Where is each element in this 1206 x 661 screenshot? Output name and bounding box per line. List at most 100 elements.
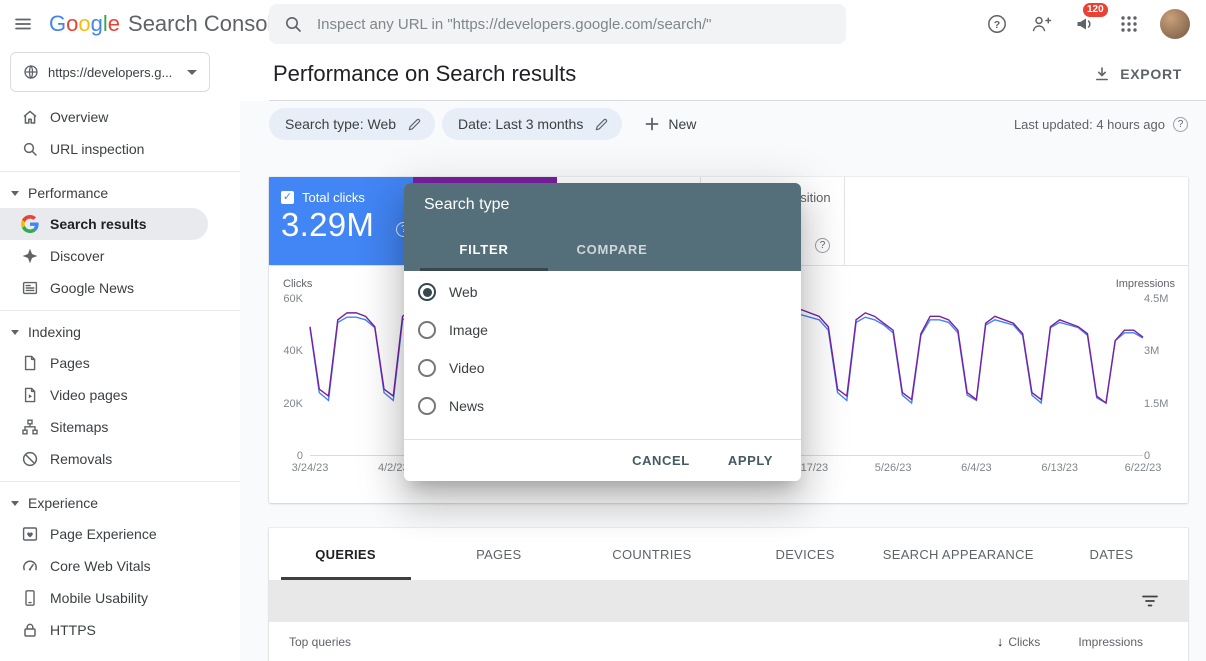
export-button[interactable]: EXPORT xyxy=(1087,59,1188,89)
search-type-option-news[interactable]: News xyxy=(404,387,801,425)
sidebar-item-core-web-vitals[interactable]: Core Web Vitals xyxy=(0,550,208,582)
help-icon[interactable]: ? xyxy=(984,11,1010,37)
option-label: Image xyxy=(449,322,488,338)
sidebar-item-https[interactable]: HTTPS xyxy=(0,614,208,646)
sidebar-item-page-experience[interactable]: Page Experience xyxy=(0,518,208,550)
page-experience-icon xyxy=(21,525,39,543)
tab-queries[interactable]: QUERIES xyxy=(269,528,422,580)
page-title: Performance on Search results xyxy=(273,61,576,87)
dialog-tab-filter[interactable]: FILTER xyxy=(420,227,548,271)
edit-pencil-icon xyxy=(407,117,422,132)
sidebar-item-label: Video pages xyxy=(50,387,128,403)
sidebar-item-removals[interactable]: Removals xyxy=(0,443,208,475)
new-filter-button[interactable]: New xyxy=(637,114,702,134)
sidebar-item-pages[interactable]: Pages xyxy=(0,347,208,379)
new-button-label: New xyxy=(668,116,696,132)
top-queries-header: Top queries xyxy=(289,635,351,649)
sidebar-item-overview[interactable]: Overview xyxy=(0,101,208,133)
globe-icon xyxy=(23,64,39,80)
impressions-header[interactable]: Impressions xyxy=(1078,635,1143,649)
date-chip-label: Date: Last 3 months xyxy=(458,116,583,132)
home-icon xyxy=(21,108,39,126)
dialog-tab-compare[interactable]: COMPARE xyxy=(548,227,676,271)
avatar[interactable] xyxy=(1160,9,1190,39)
x-axis-tick: 6/4/23 xyxy=(961,462,992,474)
plus-icon xyxy=(643,115,661,133)
tab-search-appearance[interactable]: SEARCH APPEARANCE xyxy=(882,528,1035,580)
y-axis-tick: 0 xyxy=(269,449,303,463)
table-toolbar xyxy=(269,580,1188,622)
svg-text:?: ? xyxy=(994,19,1000,31)
dialog-header: Search type FILTERCOMPARE xyxy=(404,183,801,271)
search-console-app: Google Search Console ? 120 xyxy=(0,0,1206,661)
url-inspect-input[interactable] xyxy=(315,15,832,34)
sidebar-item-label: Discover xyxy=(50,248,104,264)
sidebar-item-google-news[interactable]: Google News xyxy=(0,272,208,304)
user-add-icon[interactable] xyxy=(1028,11,1054,37)
property-selector[interactable]: https://developers.g... xyxy=(10,52,210,92)
search-type-option-web[interactable]: Web xyxy=(404,273,801,311)
property-selector-value: https://developers.g... xyxy=(48,65,178,80)
video-pages-icon xyxy=(21,386,39,404)
download-icon xyxy=(1093,65,1111,83)
queries-table-card: QUERIESPAGESCOUNTRIESDEVICESSEARCH APPEA… xyxy=(269,528,1188,661)
search-type-option-image[interactable]: Image xyxy=(404,311,801,349)
sidebar-item-label: Mobile Usability xyxy=(50,590,148,606)
tab-countries[interactable]: COUNTRIES xyxy=(575,528,728,580)
news-icon xyxy=(21,279,39,297)
date-filter-chip[interactable]: Date: Last 3 months xyxy=(442,108,622,140)
chevron-down-icon xyxy=(11,501,19,506)
sidebar-section-indexing[interactable]: Indexing xyxy=(0,317,240,347)
filter-icon[interactable] xyxy=(1134,590,1166,612)
tab-pages[interactable]: PAGES xyxy=(422,528,575,580)
search-type-options: Web Image Video News xyxy=(404,271,801,425)
sidebar-item-search-results[interactable]: Search results xyxy=(0,208,208,240)
announcements-icon[interactable]: 120 xyxy=(1072,11,1098,37)
tab-devices[interactable]: DEVICES xyxy=(729,528,882,580)
sidebar-item-label: Overview xyxy=(50,109,108,125)
sidebar-item-url-inspection[interactable]: URL inspection xyxy=(0,133,208,165)
pages-icon xyxy=(21,354,39,372)
search-type-chip-label: Search type: Web xyxy=(285,116,396,132)
help-icon[interactable]: ? xyxy=(815,238,830,253)
sidebar-item-discover[interactable]: Discover xyxy=(0,240,208,272)
product-name: Search Console xyxy=(128,11,285,37)
clicks-header[interactable]: Clicks xyxy=(1008,635,1040,649)
sidebar-item-mobile-usability[interactable]: Mobile Usability xyxy=(0,582,208,614)
radio-unselected-icon xyxy=(418,397,436,415)
search-icon xyxy=(283,14,303,34)
search-type-option-video[interactable]: Video xyxy=(404,349,801,387)
sidebar-section-experience[interactable]: Experience xyxy=(0,488,240,518)
export-label: EXPORT xyxy=(1120,66,1182,82)
sidebar-divider xyxy=(0,481,240,482)
sidebar-item-sitemaps[interactable]: Sitemaps xyxy=(0,411,208,443)
help-icon[interactable]: ? xyxy=(1173,117,1188,132)
total-clicks-card[interactable]: ✓ Total clicks 3.29M ? xyxy=(269,177,413,265)
table-tabs: QUERIESPAGESCOUNTRIESDEVICESSEARCH APPEA… xyxy=(269,528,1188,580)
search-type-dialog: Search type FILTERCOMPARE Web Image Video N… xyxy=(404,183,801,481)
sidebar-item-label: Page Experience xyxy=(50,526,157,542)
table-header-row: Top queries ↓ Clicks Impressions xyxy=(269,622,1188,661)
option-label: News xyxy=(449,398,484,414)
tab-dates[interactable]: DATES xyxy=(1035,528,1188,580)
apply-button[interactable]: APPLY xyxy=(722,452,779,469)
sidebar: Overview URL inspection PerformanceSearch … xyxy=(0,48,240,661)
cancel-button[interactable]: CANCEL xyxy=(626,452,696,469)
sidebar-item-video-pages[interactable]: Video pages xyxy=(0,379,208,411)
sidebar-section-performance[interactable]: Performance xyxy=(0,178,240,208)
x-axis-tick: 6/22/23 xyxy=(1125,462,1162,474)
sidebar-divider xyxy=(0,310,240,311)
hamburger-menu-icon[interactable] xyxy=(10,11,36,37)
page-header: Performance on Search results EXPORT xyxy=(240,48,1206,101)
dialog-title: Search type xyxy=(404,183,801,227)
url-inspect-searchbox[interactable] xyxy=(269,4,846,44)
dialog-footer: CANCEL APPLY xyxy=(404,439,801,481)
apps-grid-icon[interactable] xyxy=(1116,11,1142,37)
mobile-usability-icon xyxy=(21,589,39,607)
y-axis-tick: 0 xyxy=(1144,449,1185,463)
last-updated-text: Last updated: 4 hours ago xyxy=(1014,117,1165,132)
radio-unselected-icon xyxy=(418,321,436,339)
search-type-chip[interactable]: Search type: Web xyxy=(269,108,435,140)
y-axis-tick: 3M xyxy=(1144,344,1185,358)
chevron-down-icon xyxy=(11,191,19,196)
